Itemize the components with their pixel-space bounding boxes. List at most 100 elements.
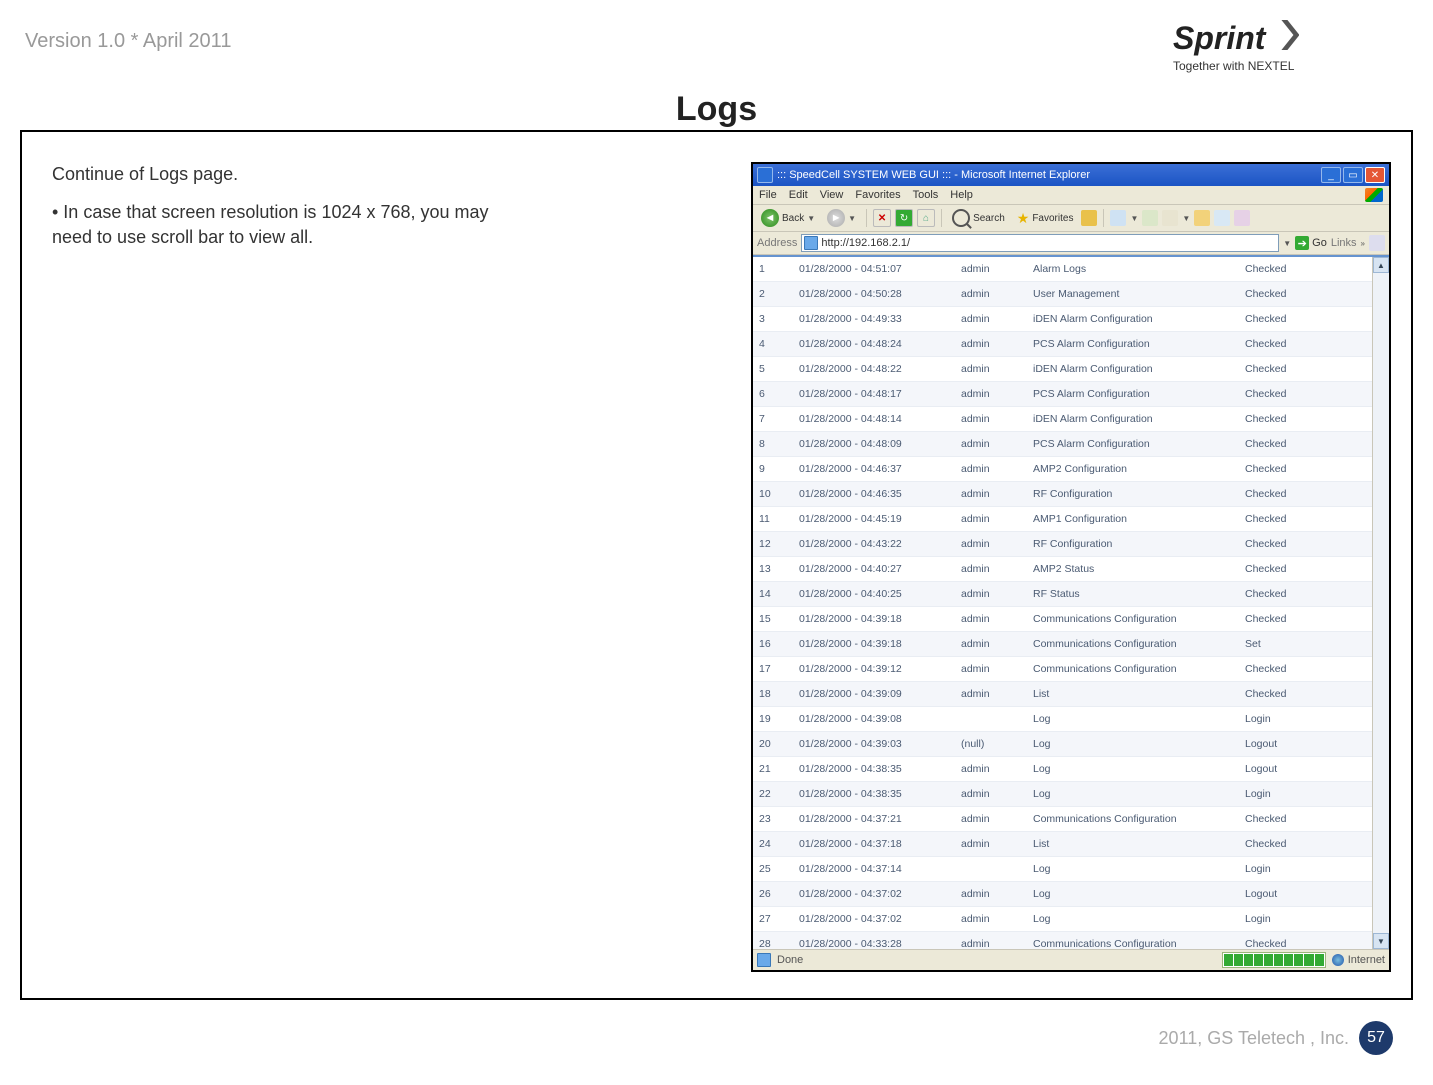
go-button[interactable]: ➔ Go xyxy=(1295,236,1327,250)
table-cell: 01/28/2000 - 04:37:02 xyxy=(793,907,955,932)
table-cell: iDEN Alarm Configuration xyxy=(1027,357,1239,382)
table-cell: Login xyxy=(1239,857,1372,882)
messenger-icon[interactable] xyxy=(1234,210,1250,226)
star-icon: ★ xyxy=(1017,210,1030,227)
forward-icon: ► xyxy=(827,209,845,227)
table-cell: Alarm Logs xyxy=(1027,257,1239,282)
table-cell: 1 xyxy=(753,257,793,282)
table-cell: 23 xyxy=(753,807,793,832)
table-cell: 2 xyxy=(753,282,793,307)
window-maximize-button[interactable]: ▭ xyxy=(1343,167,1363,183)
table-cell: 25 xyxy=(753,857,793,882)
table-cell: Log xyxy=(1027,707,1239,732)
table-cell: 16 xyxy=(753,632,793,657)
toolbar: ◄ Back ▼ ► ▼ ✕ ↻ ⌂ Search ★ xyxy=(753,205,1389,232)
window-close-button[interactable]: ✕ xyxy=(1365,167,1385,183)
table-row: 1301/28/2000 - 04:40:27adminAMP2 StatusC… xyxy=(753,557,1372,582)
forward-button[interactable]: ► ▼ xyxy=(823,208,860,228)
table-cell: List xyxy=(1027,832,1239,857)
table-row: 601/28/2000 - 04:48:17adminPCS Alarm Con… xyxy=(753,382,1372,407)
table-cell: 01/28/2000 - 04:39:03 xyxy=(793,732,955,757)
table-cell: admin xyxy=(955,482,1027,507)
search-button[interactable]: Search xyxy=(948,208,1009,228)
address-url: http://192.168.2.1/ xyxy=(821,237,910,249)
text-line-1: Continue of Logs page. xyxy=(52,162,532,186)
ie-icon xyxy=(757,167,773,183)
brand-subtitle: Together with NEXTEL xyxy=(1173,59,1403,73)
links-extra-icon[interactable] xyxy=(1369,235,1385,251)
table-cell: 10 xyxy=(753,482,793,507)
table-cell: admin xyxy=(955,932,1027,950)
table-cell: 01/28/2000 - 04:48:14 xyxy=(793,407,955,432)
table-cell: Checked xyxy=(1239,832,1372,857)
home-button[interactable]: ⌂ xyxy=(917,209,935,227)
table-row: 701/28/2000 - 04:48:14adminiDEN Alarm Co… xyxy=(753,407,1372,432)
table-cell: Login xyxy=(1239,707,1372,732)
menu-tools[interactable]: Tools xyxy=(913,189,939,201)
menu-help[interactable]: Help xyxy=(950,189,973,201)
stop-button[interactable]: ✕ xyxy=(873,209,891,227)
page-icon xyxy=(757,953,771,967)
slide-frame: Continue of Logs page. • In case that sc… xyxy=(20,130,1413,1000)
mail-icon[interactable] xyxy=(1110,210,1126,226)
table-cell: 7 xyxy=(753,407,793,432)
table-cell: 17 xyxy=(753,657,793,682)
table-cell xyxy=(955,707,1027,732)
address-input[interactable]: http://192.168.2.1/ xyxy=(801,234,1279,252)
table-cell: 24 xyxy=(753,832,793,857)
table-cell: AMP1 Configuration xyxy=(1027,507,1239,532)
table-cell: Checked xyxy=(1239,582,1372,607)
table-cell: 01/28/2000 - 04:49:33 xyxy=(793,307,955,332)
table-cell: 15 xyxy=(753,607,793,632)
table-row: 901/28/2000 - 04:46:37adminAMP2 Configur… xyxy=(753,457,1372,482)
table-cell: Checked xyxy=(1239,257,1372,282)
table-row: 2001/28/2000 - 04:39:03(null)LogLogout xyxy=(753,732,1372,757)
table-cell: 01/28/2000 - 04:43:22 xyxy=(793,532,955,557)
table-cell: 01/28/2000 - 04:40:27 xyxy=(793,557,955,582)
table-cell: 01/28/2000 - 04:48:17 xyxy=(793,382,955,407)
favorites-label: Favorites xyxy=(1032,213,1073,224)
scroll-up-icon[interactable]: ▲ xyxy=(1373,257,1389,273)
edit-icon[interactable] xyxy=(1162,210,1178,226)
table-cell: admin xyxy=(955,457,1027,482)
table-cell: 13 xyxy=(753,557,793,582)
favorites-button[interactable]: ★ Favorites xyxy=(1013,209,1078,228)
history-icon[interactable] xyxy=(1081,210,1097,226)
chevron-down-icon[interactable]: ▼ xyxy=(1283,239,1291,248)
chevron-right-icon: » xyxy=(1361,239,1365,248)
table-row: 2501/28/2000 - 04:37:14LogLogin xyxy=(753,857,1372,882)
text-line-2: • In case that screen resolution is 1024… xyxy=(52,200,532,249)
search-icon xyxy=(952,209,970,227)
menu-edit[interactable]: Edit xyxy=(789,189,808,201)
table-cell: Checked xyxy=(1239,607,1372,632)
table-cell: 01/28/2000 - 04:40:25 xyxy=(793,582,955,607)
discuss-icon[interactable] xyxy=(1214,210,1230,226)
scroll-down-icon[interactable]: ▼ xyxy=(1373,933,1389,949)
table-cell: admin xyxy=(955,507,1027,532)
table-cell: 18 xyxy=(753,682,793,707)
menu-favorites[interactable]: Favorites xyxy=(855,189,900,201)
table-cell: admin xyxy=(955,307,1027,332)
table-cell: 01/28/2000 - 04:46:35 xyxy=(793,482,955,507)
table-cell: Checked xyxy=(1239,307,1372,332)
table-row: 401/28/2000 - 04:48:24adminPCS Alarm Con… xyxy=(753,332,1372,357)
table-cell: iDEN Alarm Configuration xyxy=(1027,407,1239,432)
table-cell: Checked xyxy=(1239,357,1372,382)
folder-icon[interactable] xyxy=(1194,210,1210,226)
window-minimize-button[interactable]: _ xyxy=(1321,167,1341,183)
table-row: 2401/28/2000 - 04:37:18adminListChecked xyxy=(753,832,1372,857)
table-row: 2801/28/2000 - 04:33:28adminCommunicatio… xyxy=(753,932,1372,950)
window-titlebar: ::: SpeedCell SYSTEM WEB GUI ::: - Micro… xyxy=(753,164,1389,186)
vertical-scrollbar[interactable]: ▲ ▼ xyxy=(1372,257,1389,949)
table-row: 2601/28/2000 - 04:37:02adminLogLogout xyxy=(753,882,1372,907)
refresh-button[interactable]: ↻ xyxy=(895,209,913,227)
back-button[interactable]: ◄ Back ▼ xyxy=(757,208,819,228)
print-icon[interactable] xyxy=(1142,210,1158,226)
table-cell: 26 xyxy=(753,882,793,907)
table-cell: Communications Configuration xyxy=(1027,807,1239,832)
address-label: Address xyxy=(757,237,797,249)
table-cell: 6 xyxy=(753,382,793,407)
menu-view[interactable]: View xyxy=(820,189,844,201)
menu-file[interactable]: File xyxy=(759,189,777,201)
links-label[interactable]: Links xyxy=(1331,237,1357,249)
